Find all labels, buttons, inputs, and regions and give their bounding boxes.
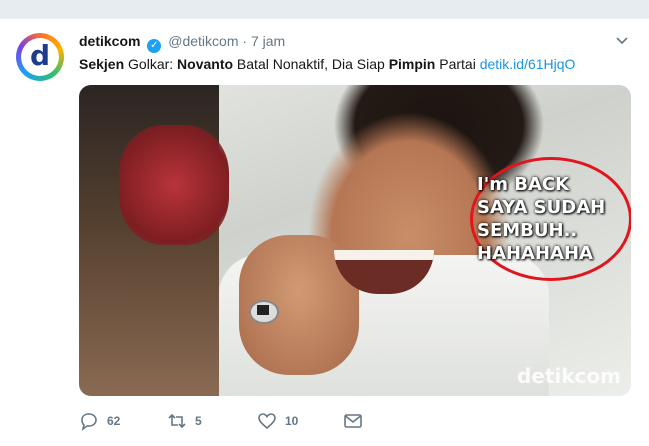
retweet-count: 5 bbox=[195, 414, 202, 428]
tweet-actions: 62 5 10 bbox=[79, 411, 499, 431]
avatar-letter: d bbox=[29, 38, 51, 72]
direct-message-button[interactable] bbox=[343, 411, 363, 431]
tweet-link[interactable]: detik.id/61HjqO bbox=[480, 56, 576, 72]
caption-line: I'm BACK bbox=[477, 174, 570, 195]
verified-badge-icon: ✓ bbox=[147, 39, 162, 53]
separator: · bbox=[242, 33, 248, 49]
photo-caption: I'm BACK SAYA SUDAH SEMBUH.. HAHAHAHA bbox=[477, 173, 605, 265]
envelope-icon bbox=[344, 414, 362, 428]
tweet-photo[interactable]: I'm BACK SAYA SUDAH SEMBUH.. HAHAHAHA de… bbox=[79, 85, 631, 396]
handle[interactable]: @detikcom bbox=[168, 33, 238, 49]
photo-ring-stone bbox=[257, 305, 269, 315]
tweet-text-bold-1: Sekjen bbox=[79, 56, 125, 72]
tweet-text-4: Batal Nonaktif, Dia Siap bbox=[233, 56, 389, 72]
reply-count: 62 bbox=[107, 414, 121, 428]
timestamp[interactable]: 7 jam bbox=[251, 33, 285, 49]
tweet-text-6: Partai bbox=[435, 56, 480, 72]
like-button[interactable]: 10 bbox=[257, 411, 298, 431]
caption-line: HAHAHAHA bbox=[477, 243, 593, 264]
tweet-text-bold-2: Novanto bbox=[177, 56, 234, 72]
photo-background-red bbox=[119, 125, 229, 245]
retweet-icon bbox=[168, 413, 186, 429]
tweet-card[interactable]: d detikcom ✓ @detikcom · 7 jam Sekjen Go… bbox=[0, 18, 649, 446]
tweet-text: Sekjen Golkar: Novanto Batal Nonaktif, D… bbox=[79, 56, 575, 72]
watermark: detikcom bbox=[516, 364, 621, 388]
reply-icon bbox=[81, 413, 97, 431]
display-name[interactable]: detikcom bbox=[79, 33, 140, 49]
caption-line: SEMBUH.. bbox=[477, 220, 578, 241]
reply-button[interactable]: 62 bbox=[79, 411, 120, 431]
retweet-button[interactable]: 5 bbox=[167, 411, 202, 431]
avatar[interactable]: d bbox=[16, 33, 64, 81]
tweet-text-2: Golkar: bbox=[124, 56, 178, 72]
heart-icon bbox=[258, 413, 276, 430]
like-count: 10 bbox=[285, 414, 299, 428]
avatar-inner: d bbox=[21, 38, 59, 76]
caption-line: SAYA SUDAH bbox=[477, 197, 606, 218]
chevron-down-icon[interactable] bbox=[615, 33, 629, 47]
tweet-header: detikcom ✓ @detikcom · 7 jam bbox=[79, 33, 285, 53]
tweet-text-bold-3: Pimpin bbox=[388, 56, 436, 72]
